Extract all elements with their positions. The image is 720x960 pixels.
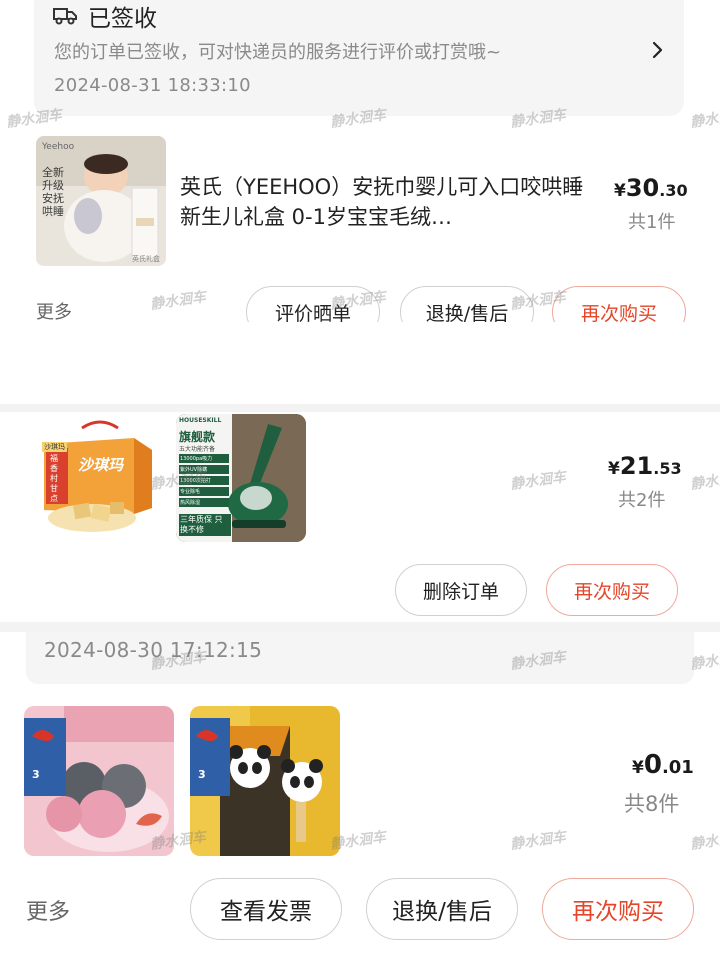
item-count: 共1件 [628, 212, 676, 233]
order-price: ¥0.01 [632, 750, 694, 780]
truck-icon [53, 8, 77, 25]
vacuum-feature: 13000pa吸力 [179, 454, 229, 463]
vacuum-image[interactable]: HOUSESKILL 旗舰款 五大功能齐备 13000pa吸力 紫外UV除螨 1… [176, 414, 306, 542]
vacuum-feature: 紫外UV除螨 [179, 465, 229, 474]
view-invoice-button[interactable]: 查看发票 [190, 878, 342, 940]
logistics-status: 已签收 [88, 6, 157, 32]
product-image-baby-comforter[interactable]: Yeehoo 全新 升级 安抚 哄睡 英氏礼盒 [36, 136, 166, 266]
chevron-right-icon[interactable] [650, 40, 666, 60]
return-button[interactable]: 退换/售后 [366, 878, 518, 940]
rebuy-button[interactable]: 再次购买 [542, 878, 694, 940]
vacuum-feature: 热风除湿 [179, 498, 229, 507]
shaqima-side-text: 福香村甘点 [50, 454, 58, 503]
shaqima-title: 沙琪玛 [78, 456, 124, 474]
item-count: 共2件 [618, 490, 666, 511]
order-card-3: 2024-08-30 17:12:15 3 3 ¥0.01 共8件 更多 查看发… [0, 632, 720, 960]
logistics-time: 2024-08-31 18:33:10 [54, 75, 251, 96]
order-card-2: 沙琪玛 福香村甘点 沙琪玛 HOUSESKILL 旗舰款 五大功能齐备 1300… [0, 322, 720, 632]
order-list-page: 已签收 您的订单已签收，可对快递员的服务进行评价或打赏哦~ 2024-08-31… [0, 0, 720, 960]
product-brand-logo: Yeehoo [42, 142, 75, 152]
shaqima-top-tag: 沙琪玛 [42, 442, 67, 452]
panda-badge: 3 [198, 768, 206, 781]
delete-order-button[interactable]: 删除订单 [395, 564, 527, 616]
vacuum-title: 旗舰款 [179, 430, 216, 444]
vacuum-brand: HOUSESKILL [179, 417, 222, 424]
logistics-message: 您的订单已签收，可对快递员的服务进行评价或打赏哦~ [54, 42, 502, 63]
panda-popsicle-image[interactable]: 3 [190, 706, 340, 856]
more-button[interactable]: 更多 [26, 894, 70, 926]
section-divider [0, 404, 720, 412]
mooncake-badge: 3 [32, 768, 40, 781]
vacuum-feature: 专业除毛 [179, 487, 229, 496]
mooncake-image[interactable]: 3 [24, 706, 174, 856]
order-price: ¥30.30 [614, 174, 688, 202]
order-time: 2024-08-30 17:12:15 [44, 638, 263, 662]
item-count: 共8件 [624, 792, 680, 816]
vacuum-feature: 13000次拍打 [179, 476, 229, 485]
product-box-label: 英氏礼盒 [132, 255, 160, 263]
section-divider [0, 622, 720, 632]
more-button[interactable]: 更多 [36, 298, 72, 324]
product-image-tagline: 全新 升级 安抚 哄睡 [42, 166, 64, 218]
vacuum-subtitle: 五大功能齐备 [179, 446, 216, 453]
order-price: ¥21.53 [608, 452, 682, 480]
product-title[interactable]: 英氏（YEEHOO）安抚巾婴儿可入口咬哄睡新生儿礼盒 0-1岁宝宝毛绒… [180, 172, 585, 232]
shaqima-box-image[interactable]: 沙琪玛 福香村甘点 沙琪玛 [34, 414, 162, 542]
order-card-1: 已签收 您的订单已签收，可对快递员的服务进行评价或打赏哦~ 2024-08-31… [0, 0, 720, 338]
rebuy-button[interactable]: 再次购买 [546, 564, 678, 616]
vacuum-warranty: 三年质保 只换不修 [179, 514, 231, 536]
vacuum-feature-list: 13000pa吸力 紫外UV除螨 13000次拍打 专业除毛 热风除湿 [179, 454, 229, 509]
